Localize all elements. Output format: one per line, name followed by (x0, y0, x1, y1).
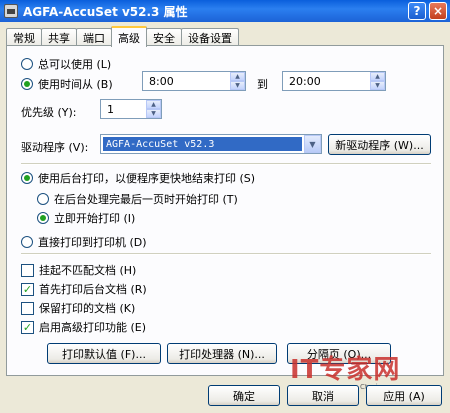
tab-device-settings[interactable]: 设备设置 (181, 28, 239, 46)
cancel-button[interactable]: 取消 (287, 385, 359, 406)
printer-icon (4, 4, 18, 18)
start-immediately-label: 立即开始打印 (I) (54, 212, 136, 225)
tab-advanced[interactable]: 高级 (111, 26, 147, 47)
advanced-panel: 总可以使用 (L) 使用时间从 (B) 8:00 ▲ ▼ 到 20:00 ▲ ▼ 优… (6, 45, 444, 376)
always-available-label: 总可以使用 (L) (38, 58, 112, 71)
spin-down-icon[interactable]: ▼ (230, 81, 245, 90)
print-spooled-first-label: 首先打印后台文档 (R) (39, 283, 147, 296)
tab-general[interactable]: 常规 (6, 28, 42, 46)
time-to-label: 到 (257, 78, 268, 91)
start-immediately-radio[interactable] (37, 212, 49, 224)
advanced-features-option[interactable]: ✓ 启用高级打印功能 (E) (21, 319, 146, 335)
priority-value: 1 (107, 102, 114, 116)
priority-label: 优先级 (Y): (21, 106, 77, 119)
spool-radio[interactable] (21, 172, 33, 184)
spin-up-icon[interactable]: ▲ (370, 72, 385, 81)
divider (21, 163, 431, 165)
tab-sharing[interactable]: 共享 (41, 28, 77, 46)
print-spooled-first-option[interactable]: ✓ 首先打印后台文档 (R) (21, 281, 147, 297)
driver-select[interactable]: AGFA-AccuSet v52.3 ▼ (100, 134, 322, 154)
advanced-features-label: 启用高级打印功能 (E) (39, 321, 147, 334)
after-last-page-radio[interactable] (37, 193, 49, 205)
end-time-spinner[interactable]: 20:00 ▲ ▼ (282, 71, 386, 91)
priority-row: 优先级 (Y): (21, 104, 77, 120)
spin-down-icon[interactable]: ▼ (146, 109, 161, 118)
close-button[interactable]: × (429, 2, 447, 20)
tab-security[interactable]: 安全 (146, 28, 182, 46)
keep-printed-checkbox[interactable] (21, 301, 34, 315)
start-time-spinner[interactable]: 8:00 ▲ ▼ (142, 71, 246, 91)
always-available-option[interactable]: 总可以使用 (L) (21, 56, 111, 72)
tab-ports[interactable]: 端口 (76, 28, 112, 46)
keep-printed-label: 保留打印的文档 (K) (39, 302, 136, 315)
hold-mismatched-checkbox[interactable] (21, 263, 34, 277)
chevron-down-icon[interactable]: ▼ (304, 135, 321, 153)
priority-spinner[interactable]: 1 ▲ ▼ (100, 99, 162, 119)
printing-defaults-button[interactable]: 打印默认值 (F)... (47, 343, 161, 364)
hold-mismatched-label: 挂起不匹配文档 (H) (39, 264, 137, 277)
available-from-radio[interactable] (21, 78, 33, 90)
help-button[interactable]: ? (408, 2, 426, 20)
after-last-page-option[interactable]: 在后台处理完最后一页时开始打印 (T) (37, 191, 238, 207)
driver-label: 驱动程序 (V): (21, 141, 89, 154)
direct-print-option[interactable]: 直接打印到打印机 (D) (21, 234, 147, 250)
new-driver-button[interactable]: 新驱动程序 (W)... (328, 134, 431, 155)
end-time-value: 20:00 (289, 74, 321, 88)
spool-option[interactable]: 使用后台打印，以便程序更快地结束打印 (S) (21, 170, 255, 186)
keep-printed-option[interactable]: 保留打印的文档 (K) (21, 300, 135, 316)
spool-label: 使用后台打印，以便程序更快地结束打印 (S) (38, 172, 256, 185)
spin-up-icon[interactable]: ▲ (230, 72, 245, 81)
after-last-page-label: 在后台处理完最后一页时开始打印 (T) (54, 193, 238, 206)
driver-select-value: AGFA-AccuSet v52.3 (103, 137, 302, 151)
divider (21, 253, 431, 255)
tab-strip: 常规 共享 端口 高级 安全 设备设置 (6, 26, 239, 47)
available-from-label: 使用时间从 (B) (38, 78, 113, 91)
advanced-features-checkbox[interactable]: ✓ (21, 320, 34, 334)
always-available-radio[interactable] (21, 58, 33, 70)
available-from-option[interactable]: 使用时间从 (B) (21, 76, 113, 92)
direct-print-label: 直接打印到打印机 (D) (38, 236, 147, 249)
start-time-value: 8:00 (149, 74, 174, 88)
watermark-text: IT专家网 (290, 355, 401, 385)
start-immediately-option[interactable]: 立即开始打印 (I) (37, 210, 135, 226)
window-title: AGFA-AccuSet v52.3 属性 (23, 4, 188, 19)
apply-button[interactable]: 应用 (A) (366, 385, 442, 406)
time-to-label-row: 到 (257, 76, 268, 92)
direct-print-radio[interactable] (21, 236, 33, 248)
hold-mismatched-option[interactable]: 挂起不匹配文档 (H) (21, 262, 136, 278)
title-bar[interactable]: AGFA-AccuSet v52.3 属性 ? × (0, 0, 450, 22)
print-spooled-first-checkbox[interactable]: ✓ (21, 282, 34, 296)
ok-button[interactable]: 确定 (208, 385, 280, 406)
print-processor-button[interactable]: 打印处理器 (N)... (167, 343, 277, 364)
spin-up-icon[interactable]: ▲ (146, 100, 161, 109)
spin-down-icon[interactable]: ▼ (370, 81, 385, 90)
driver-row: 驱动程序 (V): (21, 139, 88, 155)
